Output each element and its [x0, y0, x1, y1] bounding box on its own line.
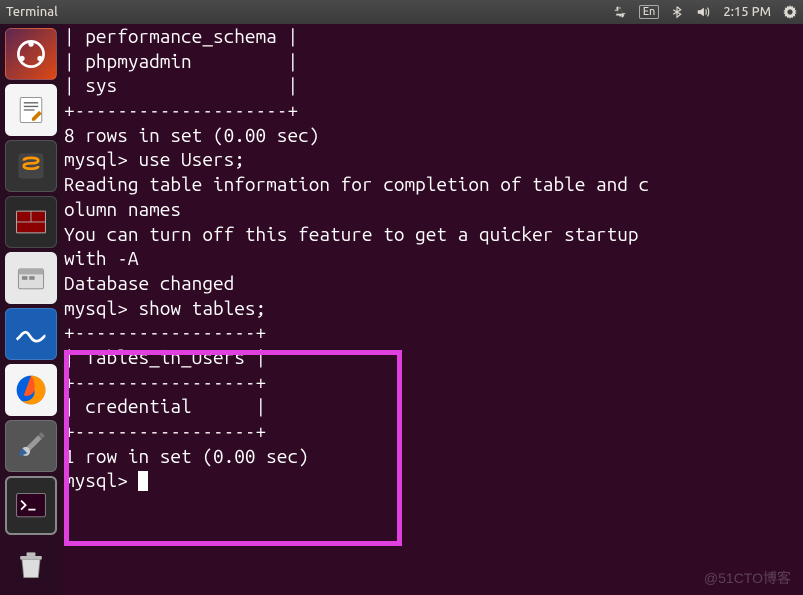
unity-launcher [0, 24, 62, 595]
terminal-icon[interactable] [5, 476, 57, 535]
term-line: +-----------------+ [64, 320, 801, 345]
dash-button[interactable] [5, 28, 57, 80]
term-line: | credential | [64, 394, 801, 419]
files-icon[interactable] [5, 252, 57, 304]
volume-icon[interactable] [695, 5, 711, 19]
term-line: mysql> use Users; [64, 147, 801, 172]
term-line: mysql> show tables; [64, 296, 801, 321]
term-line: | sys | [64, 73, 801, 98]
system-indicators: En 2:15 PM [613, 5, 797, 19]
term-line: You can turn off this feature to get a q… [64, 222, 801, 247]
term-line: +-----------------+ [64, 419, 801, 444]
terminal-content[interactable]: | performance_schema || phpmyadmin || sy… [62, 24, 803, 595]
term-line: +--------------------+ [64, 98, 801, 123]
term-line: 1 row in set (0.00 sec) [64, 444, 801, 469]
term-line: +-----------------+ [64, 370, 801, 395]
bluetooth-icon[interactable] [671, 5, 683, 19]
main-area: | performance_schema || phpmyadmin || sy… [0, 24, 803, 595]
top-menu-bar: Terminal En 2:15 PM [0, 0, 803, 24]
text-editor-icon[interactable] [5, 84, 57, 136]
term-line: 8 rows in set (0.00 sec) [64, 123, 801, 148]
language-indicator[interactable]: En [639, 5, 660, 19]
term-line: Reading table information for completion… [64, 172, 801, 197]
watermark: @51CTO博客 [704, 569, 791, 587]
window-title: Terminal [6, 5, 613, 19]
prompt-line: mysql> [64, 468, 801, 493]
settings-icon[interactable] [5, 420, 57, 472]
terminator-icon[interactable] [5, 196, 57, 248]
wireshark-icon[interactable] [5, 308, 57, 360]
term-line: Database changed [64, 271, 801, 296]
sublime-icon[interactable] [5, 140, 57, 192]
term-line: olumn names [64, 197, 801, 222]
cursor [138, 471, 148, 491]
term-line: | performance_schema | [64, 24, 801, 49]
network-icon[interactable] [613, 5, 627, 19]
term-line: | Tables_in_Users | [64, 345, 801, 370]
gear-icon[interactable] [783, 5, 797, 19]
firefox-icon[interactable] [5, 364, 57, 416]
trash-icon[interactable] [5, 539, 57, 591]
term-line: | phpmyadmin | [64, 49, 801, 74]
clock[interactable]: 2:15 PM [723, 5, 771, 19]
term-line: with -A [64, 246, 801, 271]
